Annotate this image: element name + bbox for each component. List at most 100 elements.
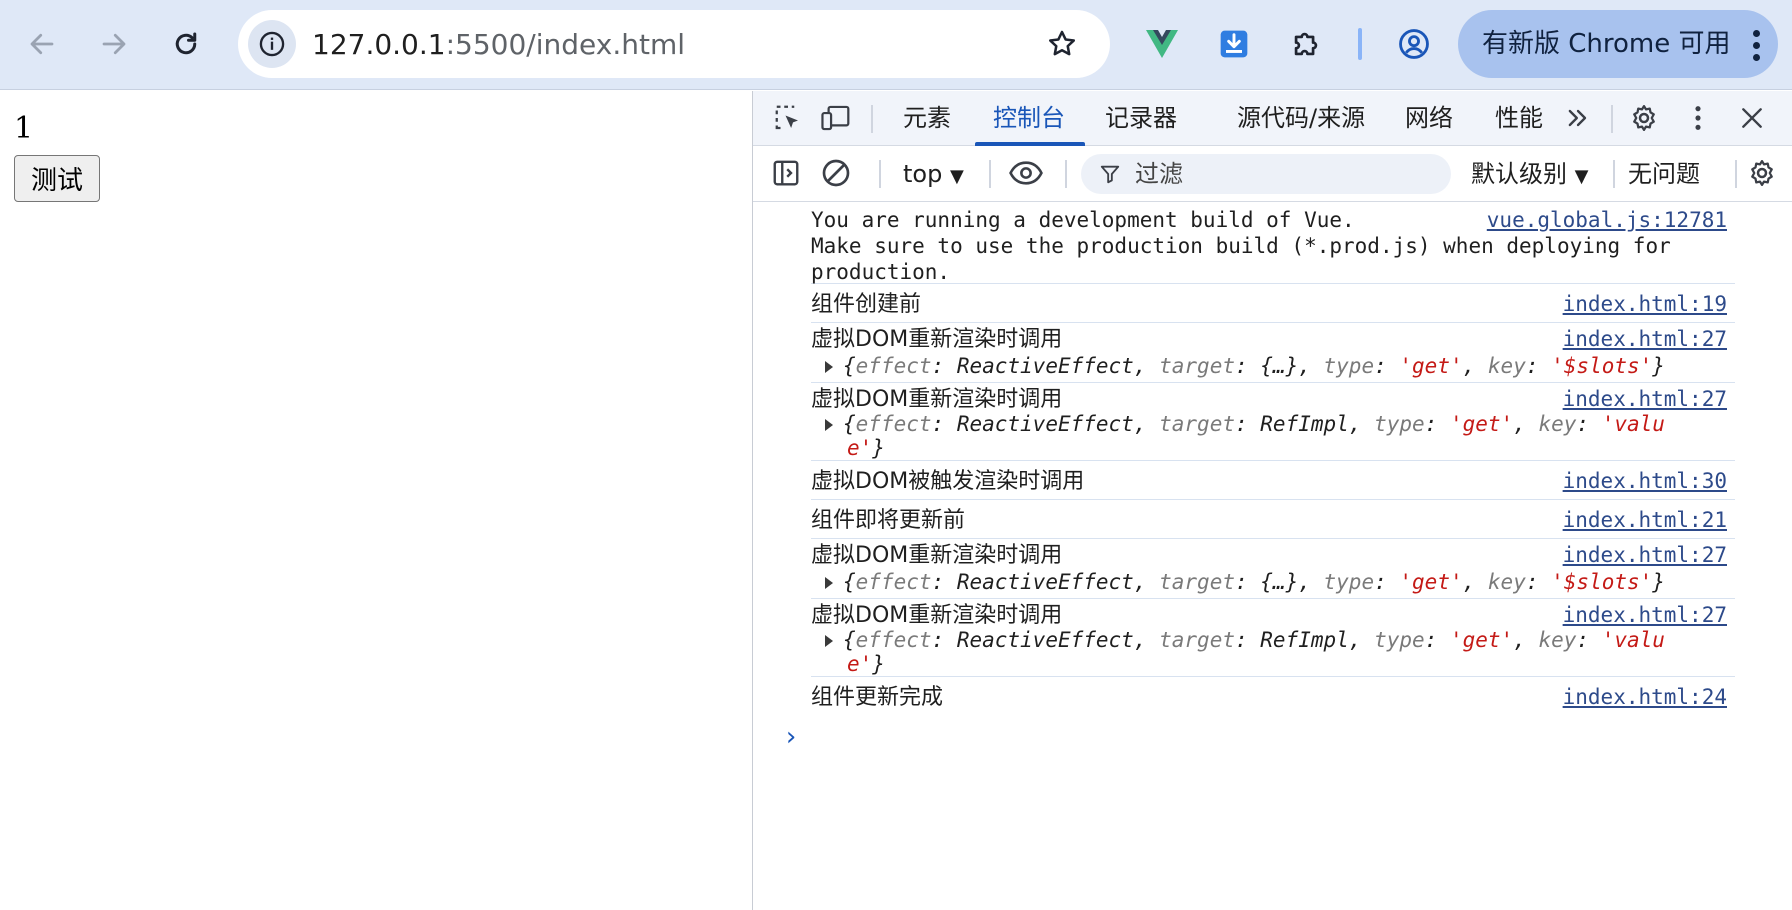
object-value: RefImpl [1260, 628, 1349, 652]
object-string: 'valu [1601, 412, 1665, 436]
tab-performance[interactable]: 性能 [1495, 91, 1543, 146]
console-message: 组件更新完成 index.html:24 [811, 678, 1735, 716]
object-string: '$slots' [1551, 570, 1653, 594]
source-link[interactable]: index.html:27 [1563, 386, 1727, 413]
console-prompt-icon[interactable]: › [783, 722, 799, 752]
source-link[interactable]: vue.global.js:12781 [1487, 207, 1727, 234]
object-string: 'get' [1399, 570, 1463, 594]
console-message: 虚拟DOM重新渲染时调用 index.html:27 {effect: Reac… [811, 600, 1735, 677]
message-text: 虚拟DOM重新渲染时调用 [811, 603, 1063, 628]
message-text: 组件创建前 [811, 292, 922, 317]
filter-placeholder: 过滤 [1135, 160, 1183, 188]
message-text: 虚拟DOM被触发渲染时调用 [811, 469, 1085, 494]
message-text: 虚拟DOM重新渲染时调用 [811, 327, 1063, 352]
device-toolbar-icon[interactable] [817, 99, 855, 137]
sidebar-toggle-icon[interactable] [767, 154, 805, 192]
context-label: top [903, 160, 943, 188]
expand-triangle-icon[interactable] [825, 635, 833, 647]
console-message: You are running a development build of V… [811, 202, 1735, 284]
expand-triangle-icon[interactable] [825, 361, 833, 373]
chevron-down-icon: ▼ [1574, 166, 1589, 187]
chrome-update-button[interactable]: 有新版 Chrome 可用 [1458, 10, 1778, 78]
object-string: 'get' [1449, 412, 1514, 436]
bookmark-star-icon[interactable] [1044, 26, 1080, 62]
devtools-panel: 元素 控制台 记录器 源代码/来源 网络 性能 top ▼ 过滤 默认级别 ▼ … [752, 91, 1792, 910]
inspect-element-icon[interactable] [769, 99, 807, 137]
object-string: e' [847, 436, 873, 460]
source-link[interactable]: index.html:24 [1563, 684, 1727, 711]
reload-icon[interactable] [164, 22, 208, 66]
vue-devtools-icon[interactable] [1140, 22, 1184, 66]
page-viewport: 1 测试 [0, 91, 752, 910]
log-levels-dropdown[interactable]: 默认级别 ▼ [1471, 158, 1588, 193]
more-tabs-icon[interactable] [1559, 99, 1597, 137]
object-preview[interactable]: {effect: ReactiveEffect, target: {…}, ty… [825, 353, 1665, 379]
url-text[interactable]: 127.0.0.1:5500/index.html [312, 28, 685, 62]
forward-icon[interactable] [92, 22, 136, 66]
console-message: 虚拟DOM重新渲染时调用 index.html:27 {effect: Reac… [811, 324, 1735, 383]
message-line: Make sure to use the production build (*… [811, 234, 1671, 258]
console-message: 虚拟DOM重新渲染时调用 index.html:27 {effect: Reac… [811, 384, 1735, 461]
expand-triangle-icon[interactable] [825, 577, 833, 589]
clear-console-icon[interactable] [817, 154, 855, 192]
tab-separator [871, 105, 873, 133]
object-string: '$slots' [1551, 354, 1653, 378]
filter-input[interactable]: 过滤 [1081, 154, 1451, 194]
toolbar-separator [1735, 160, 1737, 188]
source-link[interactable]: index.html:27 [1563, 602, 1727, 629]
devtools-tab-bar: 元素 控制台 记录器 源代码/来源 网络 性能 [753, 91, 1792, 146]
extensions-puzzle-icon[interactable] [1284, 22, 1328, 66]
object-string: 'valu [1601, 628, 1665, 652]
context-selector[interactable]: top ▼ [903, 158, 964, 190]
object-preview[interactable]: {effect: ReactiveEffect, target: RefImpl… [825, 627, 1665, 653]
source-link[interactable]: index.html:27 [1563, 326, 1727, 353]
close-icon[interactable] [1733, 99, 1771, 137]
object-string: 'get' [1399, 354, 1463, 378]
address-bar[interactable]: 127.0.0.1:5500/index.html [238, 10, 1110, 78]
toolbar-separator [879, 160, 881, 188]
more-menu-icon[interactable] [1750, 28, 1762, 62]
object-value: {…} [1260, 354, 1299, 378]
kebab-menu-icon[interactable] [1679, 99, 1717, 137]
expand-triangle-icon[interactable] [825, 419, 833, 431]
tab-sources[interactable]: 源代码/来源 [1237, 91, 1365, 146]
tab-console[interactable]: 控制台 [993, 91, 1065, 146]
toolbar-separator [1065, 160, 1067, 188]
toolbar-separator [989, 160, 991, 188]
object-string: 'get' [1449, 628, 1514, 652]
tab-network[interactable]: 网络 [1405, 91, 1453, 146]
object-string: e' [847, 652, 873, 676]
console-toolbar: top ▼ 过滤 默认级别 ▼ 无问题 [753, 146, 1792, 202]
site-info-icon[interactable] [248, 20, 296, 68]
profile-icon[interactable] [1392, 22, 1436, 66]
counter-value: 1 [14, 111, 34, 146]
tab-elements[interactable]: 元素 [903, 91, 951, 146]
console-message: 虚拟DOM重新渲染时调用 index.html:27 {effect: Reac… [811, 540, 1735, 599]
chevron-down-icon: ▼ [949, 166, 964, 187]
console-output: You are running a development build of V… [753, 202, 1792, 910]
object-value: RefImpl [1260, 412, 1349, 436]
source-link[interactable]: index.html:27 [1563, 542, 1727, 569]
message-text: 虚拟DOM重新渲染时调用 [811, 543, 1063, 568]
message-text: 组件即将更新前 [811, 508, 966, 533]
settings-gear-icon[interactable] [1625, 99, 1663, 137]
object-preview[interactable]: {effect: ReactiveEffect, target: {…}, ty… [825, 569, 1665, 595]
source-link[interactable]: index.html:21 [1563, 507, 1727, 534]
message-text: 组件更新完成 [811, 685, 944, 710]
live-expression-eye-icon[interactable] [1007, 154, 1045, 192]
test-button[interactable]: 测试 [14, 155, 100, 202]
issues-counter[interactable]: 无问题 [1628, 158, 1700, 190]
object-preview-wrap: e'} [847, 652, 885, 676]
console-settings-gear-icon[interactable] [1743, 154, 1781, 192]
levels-label: 默认级别 [1471, 160, 1567, 188]
update-label: 有新版 Chrome 可用 [1482, 29, 1731, 59]
object-value: ReactiveEffect [956, 628, 1134, 652]
console-message: 虚拟DOM被触发渲染时调用 index.html:30 [811, 462, 1735, 500]
back-icon[interactable] [20, 22, 64, 66]
source-link[interactable]: index.html:19 [1563, 291, 1727, 318]
url-path: :5500/index.html [445, 28, 686, 61]
object-preview[interactable]: {effect: ReactiveEffect, target: RefImpl… [825, 411, 1665, 437]
download-extension-icon[interactable] [1212, 22, 1256, 66]
tab-recorder[interactable]: 记录器 [1105, 91, 1177, 146]
source-link[interactable]: index.html:30 [1563, 468, 1727, 495]
